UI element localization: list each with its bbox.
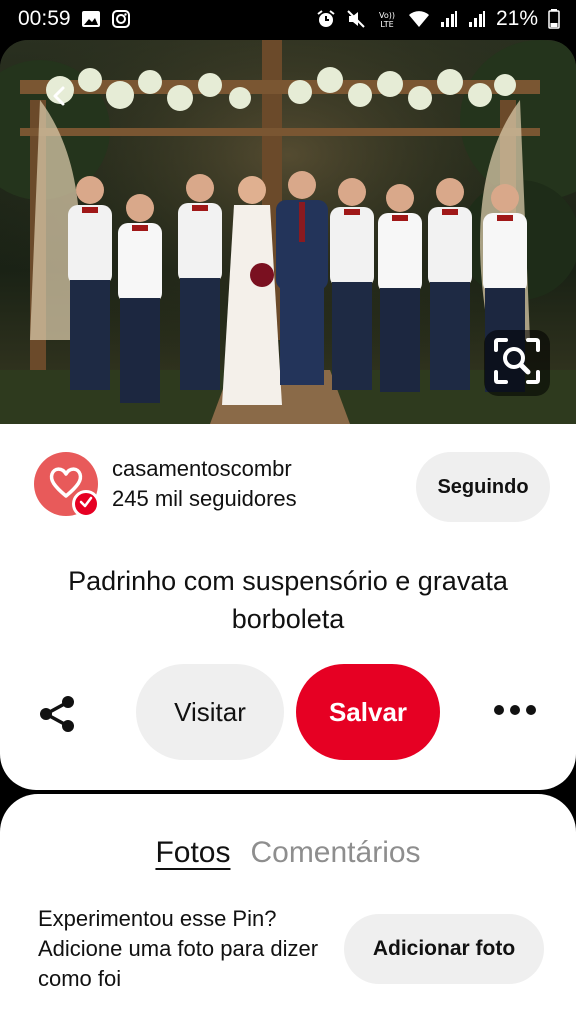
status-bar: 00:59 Vo)) LTE 21% — [0, 0, 576, 38]
tabs: Fotos Comentários — [0, 834, 576, 872]
instagram-icon — [111, 9, 131, 29]
share-button[interactable] — [36, 694, 80, 738]
volte-icon: Vo)) LTE — [376, 8, 398, 30]
signal-icon — [440, 10, 458, 28]
status-time: 00:59 — [18, 7, 71, 30]
more-options-button[interactable] — [492, 694, 538, 730]
checkmark-icon — [79, 495, 93, 514]
add-photo-button[interactable]: Adicionar foto — [344, 914, 544, 984]
alarm-icon — [316, 9, 336, 29]
creator-row: casamentoscombr 245 mil seguidores Segui… — [34, 452, 550, 522]
mute-icon — [346, 9, 366, 29]
pin-details-card: casamentoscombr 245 mil seguidores Segui… — [0, 424, 576, 790]
verified-badge — [72, 490, 100, 518]
signal-icon — [468, 10, 486, 28]
battery-percentage: 21% — [495, 7, 538, 30]
back-button[interactable] — [40, 78, 80, 118]
battery-icon — [548, 9, 560, 29]
visit-button[interactable]: Visitar — [136, 664, 284, 760]
status-right: Vo)) LTE 21% — [316, 7, 560, 31]
chevron-left-icon — [49, 85, 71, 112]
visual-search-icon — [492, 336, 542, 391]
svg-text:Vo)): Vo)) — [379, 11, 395, 20]
visual-search-button[interactable] — [484, 330, 550, 396]
tried-it-prompt: Experimentou esse Pin? Adicione uma foto… — [38, 906, 319, 991]
more-icon — [493, 703, 537, 721]
pin-actions: Visitar Salvar — [0, 664, 576, 762]
status-left: 00:59 — [18, 7, 131, 31]
creator-followers: 245 mil seguidores — [112, 486, 297, 511]
tab-comentarios[interactable]: Comentários — [250, 834, 420, 872]
pin-title: Padrinho com suspensório e gravata borbo… — [68, 566, 508, 634]
wifi-icon — [408, 10, 430, 28]
tab-fotos[interactable]: Fotos — [155, 834, 230, 872]
following-button[interactable]: Seguindo — [416, 452, 550, 522]
pin-detail-screen: 00:59 Vo)) LTE 21% casamentoscombr 245 m… — [0, 0, 576, 1024]
share-icon — [38, 694, 78, 739]
photos-comments-card: Fotos Comentários Experimentou esse Pin?… — [0, 794, 576, 1024]
svg-text:LTE: LTE — [380, 20, 393, 29]
gallery-icon — [81, 10, 101, 28]
save-button[interactable]: Salvar — [296, 664, 440, 760]
creator-name[interactable]: casamentoscombr — [112, 456, 292, 482]
